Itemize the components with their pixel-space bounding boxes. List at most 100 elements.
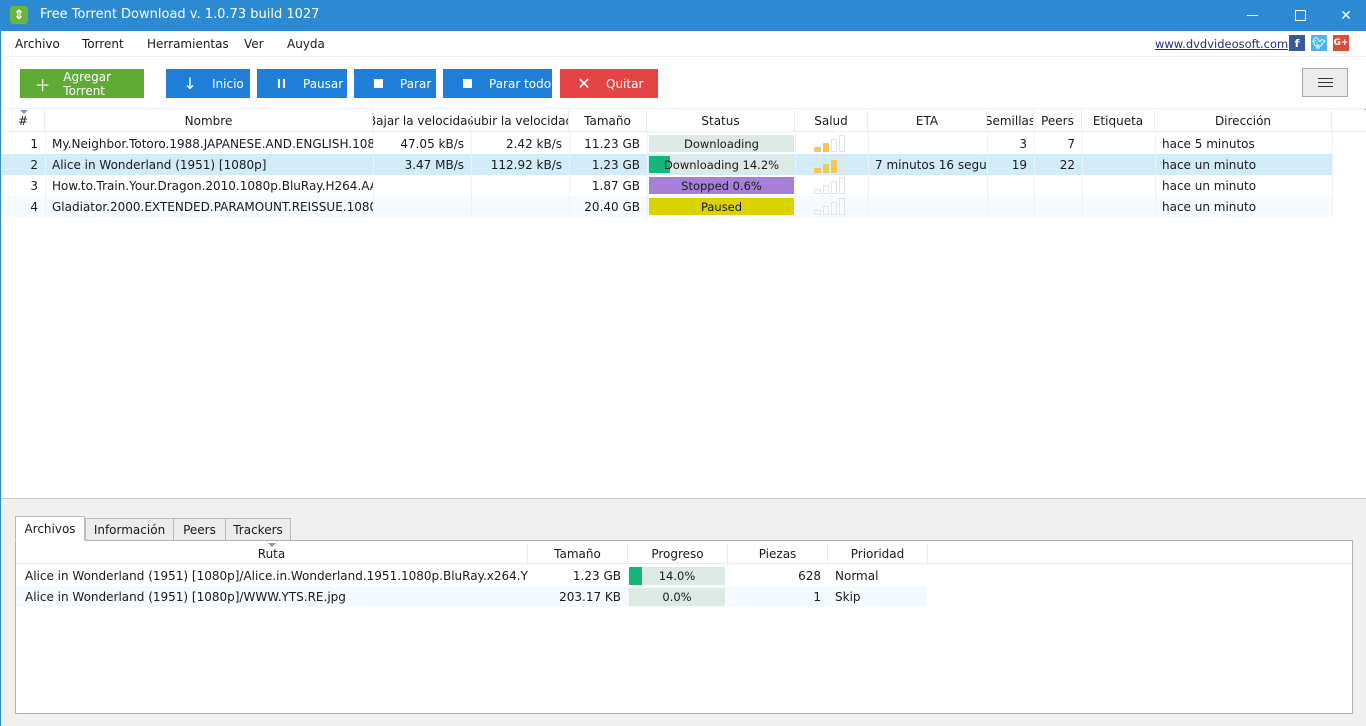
cell-eta: 7 minutos 16 segun	[875, 157, 987, 172]
column-header-label[interactable]: Etiqueta	[1082, 110, 1155, 132]
hamburger-menu-button[interactable]	[1302, 68, 1348, 97]
tab-informacion[interactable]: Información	[85, 518, 174, 541]
column-header-path[interactable]: Ruta	[16, 543, 528, 564]
tab-archivos[interactable]: Archivos	[15, 516, 85, 541]
torrent-row[interactable]: 3 How.to.Train.Your.Dragon.2010.1080p.Blu…	[2, 175, 1332, 196]
cell-pieces: 1	[813, 589, 821, 604]
cell-priority: Normal	[835, 568, 879, 583]
cell-priority: Skip	[835, 589, 861, 604]
menu-ver[interactable]: Ver	[244, 37, 264, 51]
details-panel: Archivos Información Peers Trackers Ruta…	[2, 499, 1366, 726]
column-divider	[1155, 132, 1156, 216]
cell-name: My.Neighbor.Totoro.1988.JAPANESE.AND.ENG…	[52, 136, 373, 151]
status-label: Downloading	[684, 136, 759, 151]
column-divider	[45, 132, 46, 216]
column-header-filler	[1332, 110, 1366, 132]
column-divider	[1034, 132, 1035, 216]
cell-label	[1082, 175, 1155, 196]
column-divider	[868, 132, 869, 216]
status-progress-bar: Downloading 14.2%	[649, 156, 794, 173]
column-divider	[569, 132, 570, 216]
cell-seeds	[987, 175, 1034, 196]
column-header-size[interactable]: Tamaño	[569, 110, 647, 132]
cell-number: 3	[30, 178, 38, 193]
google-plus-icon[interactable]: G+	[1333, 35, 1349, 51]
app-window: ⇕ Free Torrent Download v. 1.0.73 build …	[0, 0, 1366, 726]
stop-all-icon	[457, 79, 477, 88]
x-icon: ✕	[577, 74, 591, 93]
column-header-upload-speed[interactable]: Subir la velocidad	[471, 110, 569, 132]
status-label: Downloading 14.2%	[663, 157, 780, 172]
maximize-button[interactable]	[1277, 0, 1323, 31]
health-signal-icon	[814, 135, 854, 152]
cell-name: Gladiator.2000.EXTENDED.PARAMOUNT.REISSU…	[52, 199, 373, 214]
add-torrent-button[interactable]: ＋ Agregar Torrent	[20, 69, 144, 98]
health-signal-icon	[814, 156, 854, 173]
cell-pieces: 628	[798, 568, 821, 583]
column-header-progress[interactable]: Progreso	[628, 543, 728, 564]
file-row[interactable]: Alice in Wonderland (1951) [1080p]/Alice…	[16, 565, 927, 586]
start-button[interactable]: ↓ Inicio	[166, 69, 250, 98]
column-header-status[interactable]: Status	[647, 110, 795, 132]
status-label: Stopped 0.6%	[681, 178, 762, 193]
cell-upload-speed	[471, 175, 569, 196]
pause-button[interactable]: Pausar	[257, 69, 347, 98]
status-progress-bar: Paused	[649, 198, 794, 215]
column-header-download-speed[interactable]: Bajar la velocidad	[373, 110, 471, 132]
website-link[interactable]: www.dvdvideosoft.com	[1155, 37, 1288, 51]
twitter-icon[interactable]: 🐦︎	[1311, 35, 1327, 51]
file-progress-bar: 14.0%	[629, 567, 725, 585]
column-header-health[interactable]: Salud	[795, 110, 868, 132]
facebook-icon[interactable]: f	[1289, 35, 1305, 51]
tab-trackers[interactable]: Trackers	[225, 518, 291, 541]
remove-label: Quitar	[606, 76, 644, 91]
torrent-row[interactable]: 1 My.Neighbor.Totoro.1988.JAPANESE.AND.EN…	[2, 133, 1332, 154]
stop-label: Parar	[400, 76, 432, 91]
column-divider	[373, 132, 374, 216]
minimize-button[interactable]	[1229, 0, 1275, 31]
cell-eta	[868, 133, 987, 154]
hamburger-icon	[1317, 78, 1333, 79]
cell-added: hace un minuto	[1162, 157, 1257, 172]
column-header-eta[interactable]: ETA	[868, 110, 987, 132]
column-divider	[1082, 132, 1083, 216]
cell-size: 1.23 GB	[591, 157, 640, 172]
stop-all-button[interactable]: Parar todo	[443, 69, 552, 98]
stop-button[interactable]: Parar	[354, 69, 436, 98]
column-header-priority[interactable]: Prioridad	[828, 543, 928, 564]
cell-seeds: 3	[1019, 136, 1027, 151]
torrent-list: # Nombre Bajar la velocidad Subir la vel…	[2, 110, 1366, 498]
cell-peers	[1034, 175, 1082, 196]
menu-ayuda[interactable]: Auyda	[287, 37, 325, 51]
cell-added: hace un minuto	[1162, 199, 1257, 214]
torrent-row[interactable]: 4 Gladiator.2000.EXTENDED.PARAMOUNT.REISS…	[2, 196, 1332, 217]
column-header-seeds[interactable]: Semillas	[987, 110, 1034, 132]
file-row[interactable]: Alice in Wonderland (1951) [1080p]/WWW.Y…	[16, 586, 927, 607]
sort-indicator-icon	[268, 543, 276, 547]
file-progress-fill	[629, 567, 643, 585]
files-list-header: Ruta Tamaño Progreso Piezas Prioridad	[16, 543, 1352, 564]
cell-added: hace 5 minutos	[1162, 136, 1255, 151]
menu-archivo[interactable]: Archivo	[15, 37, 60, 51]
cell-seeds	[987, 196, 1034, 217]
start-label: Inicio	[212, 76, 244, 91]
column-label: Ruta	[257, 546, 286, 561]
sort-indicator-icon	[20, 110, 28, 114]
cell-name: Alice in Wonderland (1951) [1080p]	[52, 157, 267, 172]
file-progress-bar: 0.0%	[629, 588, 725, 606]
column-header-pieces[interactable]: Piezas	[728, 543, 828, 564]
close-button[interactable]: ✕	[1323, 0, 1366, 31]
menu-torrent[interactable]: Torrent	[82, 37, 124, 51]
menu-bar: Archivo Torrent Herramientas Ver Auyda w…	[2, 31, 1366, 57]
column-header-name[interactable]: Nombre	[45, 110, 373, 132]
column-divider	[795, 132, 796, 216]
menu-herramientas[interactable]: Herramientas	[147, 37, 229, 51]
torrent-row[interactable]: 2 Alice in Wonderland (1951) [1080p] 3.47 …	[2, 154, 1332, 175]
remove-button[interactable]: ✕ Quitar	[560, 69, 658, 98]
column-header-file-size[interactable]: Tamaño	[528, 543, 628, 564]
column-header-peers[interactable]: Peers	[1034, 110, 1082, 132]
tab-peers[interactable]: Peers	[173, 518, 226, 541]
column-header-added[interactable]: Dirección	[1155, 110, 1332, 132]
column-header-number[interactable]: #	[2, 110, 45, 132]
column-divider	[1332, 132, 1333, 216]
